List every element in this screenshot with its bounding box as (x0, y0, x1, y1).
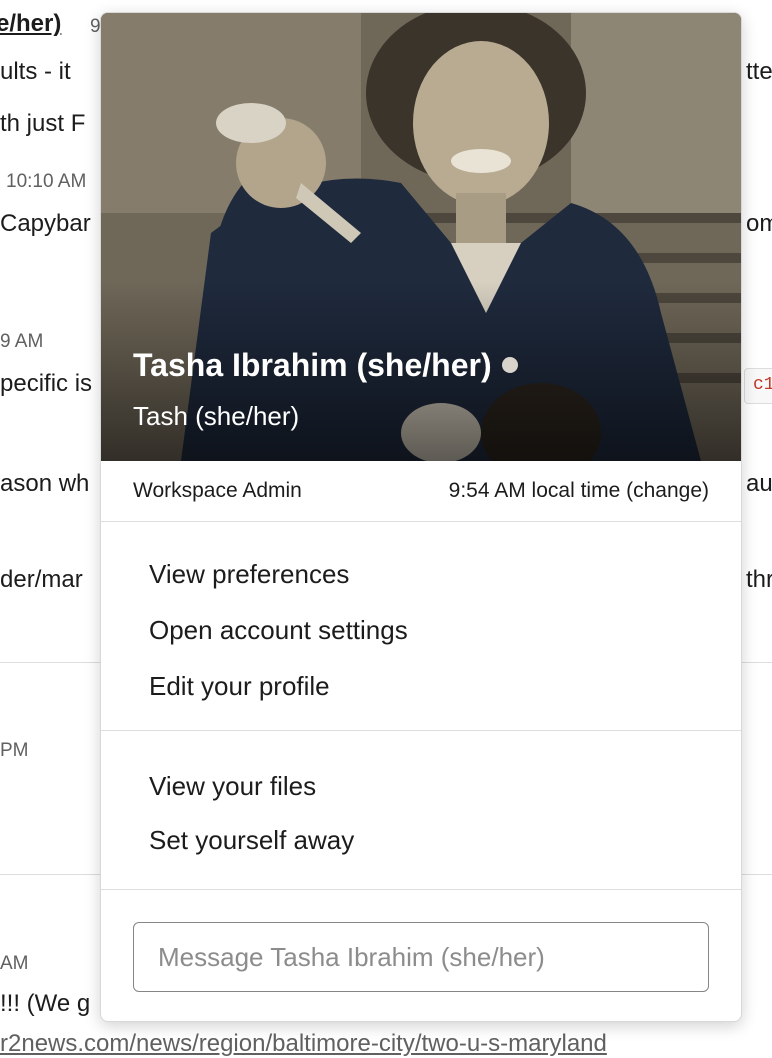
message-timestamp[interactable]: PM (0, 740, 29, 762)
message-text: om (746, 210, 772, 237)
profile-photo[interactable]: Tasha Ibrahim (she/her) Tash (she/her) (101, 13, 741, 461)
inline-code: c1 (744, 368, 772, 404)
message-text: ason wh (0, 470, 90, 497)
message-text: aus (746, 470, 772, 497)
menu-section-activity: View your files Set yourself away (101, 731, 741, 890)
profile-role: Workspace Admin (133, 479, 302, 502)
message-text: tte (746, 58, 772, 85)
message-timestamp[interactable]: 9 (90, 16, 101, 38)
menu-item-edit-profile[interactable]: Edit your profile (101, 658, 741, 714)
message-timestamp[interactable]: 10:10 AM (6, 171, 86, 193)
profile-display-name: Tash (she/her) (133, 401, 300, 431)
message-text: pecific is (0, 370, 93, 397)
message-author-link[interactable]: e/her) (0, 10, 61, 38)
message-link[interactable]: r2news.com/news/region/baltimore-city/tw… (0, 1030, 607, 1058)
message-timestamp[interactable]: 9 AM (0, 331, 43, 353)
menu-section-account: View preferences Open account settings E… (101, 522, 741, 731)
message-timestamp[interactable]: AM (0, 953, 29, 975)
message-input[interactable] (133, 922, 709, 992)
local-time-text: 9:54 AM local time (448, 479, 621, 502)
profile-name-text: Tasha Ibrahim (she/her) (133, 347, 492, 383)
change-timezone-link[interactable]: (change) (626, 479, 709, 502)
message-text: der/mar (0, 566, 83, 593)
profile-popover: Tasha Ibrahim (she/her) Tash (she/her) W… (100, 12, 742, 1022)
message-text: thr (746, 566, 772, 593)
message-composer (101, 890, 741, 992)
menu-item-view-files[interactable]: View your files (101, 759, 741, 813)
message-text: th just F (0, 110, 86, 137)
menu-item-view-preferences[interactable]: View preferences (101, 546, 741, 602)
local-time: 9:54 AM local time (change) (449, 479, 709, 503)
menu-item-open-account-settings[interactable]: Open account settings (101, 602, 741, 658)
profile-info-row: Workspace Admin 9:54 AM local time (chan… (101, 461, 741, 522)
message-text: ults - it (0, 58, 71, 85)
message-text: !!! (We g (0, 990, 91, 1017)
profile-full-name[interactable]: Tasha Ibrahim (she/her) (133, 347, 518, 384)
message-text: Capybar (0, 210, 91, 237)
presence-away-icon (501, 356, 518, 373)
menu-item-set-away[interactable]: Set yourself away (101, 813, 741, 867)
